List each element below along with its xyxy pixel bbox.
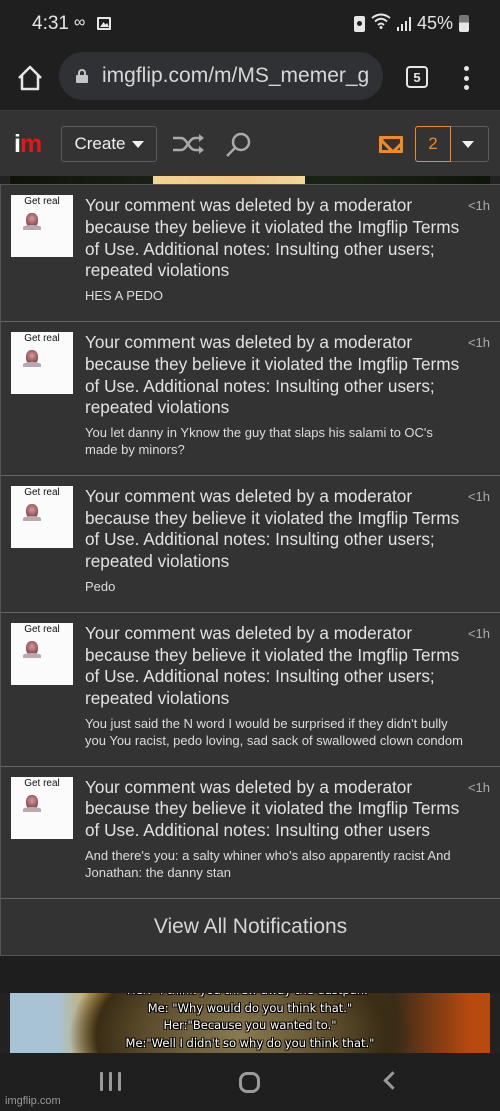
status-time: 4:31 (32, 13, 69, 34)
notifications-toggle[interactable]: 2 (415, 126, 489, 162)
notification-message: Your comment was deleted by a moderator … (85, 195, 460, 281)
notification-item[interactable]: Get real Your comment was deleted by a m… (1, 476, 500, 613)
back-button[interactable] (383, 1071, 402, 1090)
browser-toolbar: imgflip.com/m/MS_memer_g 5 (0, 50, 500, 110)
search-icon[interactable] (224, 131, 252, 164)
battery-percent: 45% (416, 13, 453, 33)
thumbnail-face-image (23, 794, 41, 812)
view-all-notifications-button[interactable]: View All Notifications (1, 899, 500, 955)
background-meme-image: Her: "I think you threw away the dustpan… (10, 993, 490, 1053)
create-button[interactable]: Create (61, 126, 157, 162)
thumbnail-caption: Get real (24, 196, 60, 207)
deleted-comment-text: HES A PEDO (85, 288, 164, 304)
battery-saver-icon (353, 15, 365, 32)
background-border-right (490, 993, 500, 1053)
meme-caption-line: Me: "Why would do you think that." (147, 1000, 353, 1015)
meme-thumbnail[interactable]: Get real (11, 331, 73, 394)
imgflip-watermark: imgflip.com (5, 1095, 61, 1107)
notification-item[interactable]: Get real Your comment was deleted by a m… (1, 185, 500, 322)
thumbnail-face-image (23, 213, 41, 230)
notification-message: Your comment was deleted by a moderator … (85, 485, 460, 572)
caret-down-icon[interactable] (462, 141, 474, 148)
imgflip-logo[interactable]: im (14, 130, 42, 159)
thumbnail-caption: Get real (24, 486, 60, 498)
notification-time: <1h (467, 625, 490, 641)
meme-thumbnail[interactable]: Get real (11, 776, 73, 839)
system-nav-bar: imgflip.com (0, 1053, 500, 1111)
url-text: imgflip.com/m/MS_memer_g (102, 64, 370, 87)
mail-icon[interactable] (379, 136, 403, 153)
caret-down-icon (131, 140, 144, 148)
thumbnail-face-image (23, 503, 41, 521)
shuffle-icon[interactable] (172, 134, 206, 159)
meme-thumbnail[interactable]: Get real (11, 485, 73, 548)
system-home-button[interactable] (239, 1072, 260, 1093)
wifi-icon (371, 13, 391, 34)
browser-menu-button[interactable] (458, 66, 474, 90)
recents-button[interactable] (100, 1072, 121, 1091)
notifications-list: Get real Your comment was deleted by a m… (1, 185, 500, 899)
status-right: 45% (353, 13, 469, 34)
meme-caption-line: Me:"Well I didn't so why do you think th… (125, 1035, 375, 1050)
notification-message: Your comment was deleted by a moderator … (85, 331, 460, 418)
status-bar: 4:31 ∞ 45% (0, 0, 500, 50)
thumbnail-face-image (23, 640, 41, 658)
deleted-comment-text: You let danny in Yknow the guy that slap… (85, 425, 433, 457)
voicemail-icon: ∞ (74, 14, 86, 31)
tab-switcher-button[interactable]: 5 (406, 66, 428, 88)
notification-time: <1h (467, 779, 490, 795)
battery-icon (459, 15, 469, 32)
home-button[interactable] (16, 64, 44, 92)
thumbnail-caption: Get real (24, 623, 60, 635)
notification-message: Your comment was deleted by a moderator … (85, 622, 460, 709)
notification-time: <1h (467, 334, 490, 350)
site-header: im Create 2 (0, 110, 500, 176)
thumbnail-caption: Get real (24, 332, 60, 344)
notification-time: <1h (467, 488, 490, 504)
deleted-comment-text: And there's you: a salty whiner who's al… (85, 847, 451, 880)
notifications-dropdown: Get real Your comment was deleted by a m… (0, 184, 500, 956)
thumbnail-face-image (23, 349, 41, 367)
notification-count-badge[interactable]: 2 (415, 126, 451, 162)
notification-item[interactable]: Get real Your comment was deleted by a m… (1, 613, 500, 767)
deleted-comment-text: You just said the N word I would be surp… (85, 715, 463, 748)
background-border-left (0, 993, 10, 1053)
signal-icon (396, 16, 411, 31)
address-bar[interactable]: imgflip.com/m/MS_memer_g (59, 52, 383, 100)
thumbnail-caption: Get real (24, 777, 60, 789)
notification-time: <1h (467, 198, 490, 213)
meme-thumbnail[interactable]: Get real (11, 622, 73, 685)
notification-message: Your comment was deleted by a moderator … (85, 776, 460, 841)
background-meme-top (0, 176, 500, 184)
create-label: Create (74, 134, 126, 153)
meme-thumbnail[interactable]: Get real (11, 195, 73, 257)
meme-caption-line: Her:"Because you wanted to." (163, 1018, 337, 1032)
deleted-comment-text: Pedo (85, 578, 116, 594)
notification-item[interactable]: Get real Your comment was deleted by a m… (1, 767, 500, 899)
notification-item[interactable]: Get real Your comment was deleted by a m… (1, 322, 500, 476)
lock-icon (76, 69, 88, 83)
home-icon (18, 65, 42, 91)
image-icon (97, 17, 111, 30)
